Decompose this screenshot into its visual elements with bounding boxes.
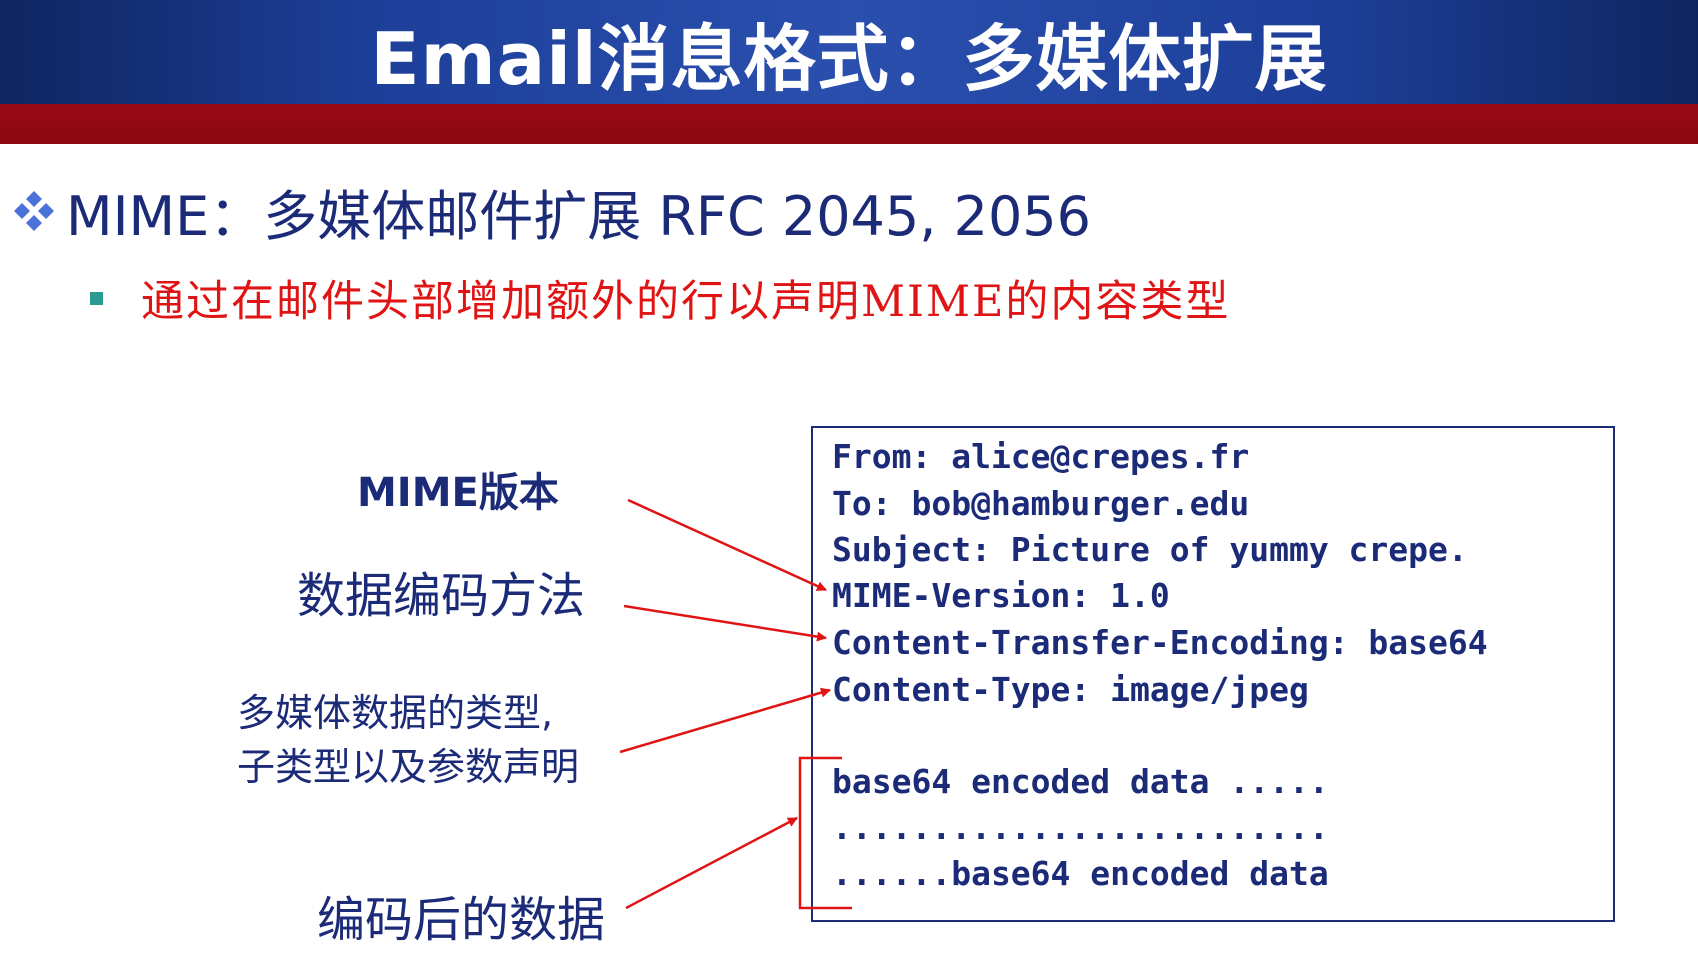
annotation-arrows	[619, 498, 852, 910]
arrow-encoded-data	[625, 816, 798, 910]
arrow-content-type	[619, 687, 831, 754]
body-bracket	[798, 756, 852, 910]
arrow-mime-version	[627, 498, 827, 592]
arrow-encoding-method	[623, 604, 827, 642]
